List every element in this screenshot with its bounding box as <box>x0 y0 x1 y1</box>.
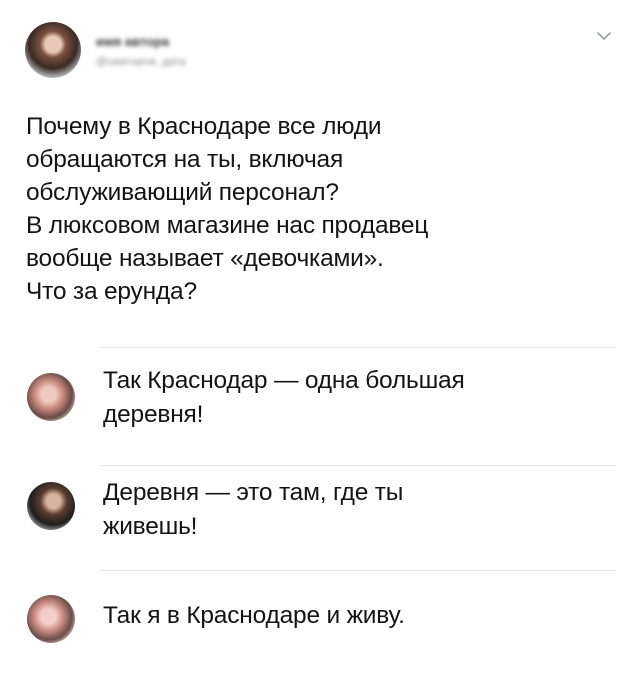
chevron-down-icon[interactable] <box>596 30 612 42</box>
tweet-line: В люксовом магазине нас продавец <box>26 212 429 239</box>
divider <box>100 465 616 466</box>
divider <box>100 570 616 571</box>
author-name[interactable]: имя автора <box>96 34 169 49</box>
reply-line: Так я в Краснодаре и живу. <box>103 602 405 629</box>
reply-line: деревня! <box>103 401 204 428</box>
reply-avatar[interactable] <box>27 482 75 530</box>
reply-avatar[interactable] <box>27 373 75 421</box>
author-handle: @username, дата <box>96 56 186 68</box>
tweet-line: обслуживающий персонал? <box>26 179 339 206</box>
tweet-text: Почему в Краснодаре все люди обращаются … <box>26 110 616 308</box>
reply-line: Так Краснодар — одна большая <box>103 367 465 394</box>
author-avatar[interactable] <box>25 22 81 78</box>
reply-text: Так Краснодар — одна большая деревня! <box>103 364 465 432</box>
divider <box>100 347 616 348</box>
reply-avatar[interactable] <box>27 595 75 643</box>
reply-text: Деревня — это там, где ты живешь! <box>103 476 403 544</box>
tweet-line: вообще называет «девочками». <box>26 245 384 272</box>
tweet-line: обращаются на ты, включая <box>26 146 344 173</box>
reply-text: Так я в Краснодаре и живу. <box>103 599 405 633</box>
reply-line: живешь! <box>103 513 198 540</box>
tweet-line: Почему в Краснодаре все люди <box>26 113 382 140</box>
reply-line: Деревня — это там, где ты <box>103 479 404 506</box>
tweet-line: Что за ерунда? <box>26 278 197 305</box>
